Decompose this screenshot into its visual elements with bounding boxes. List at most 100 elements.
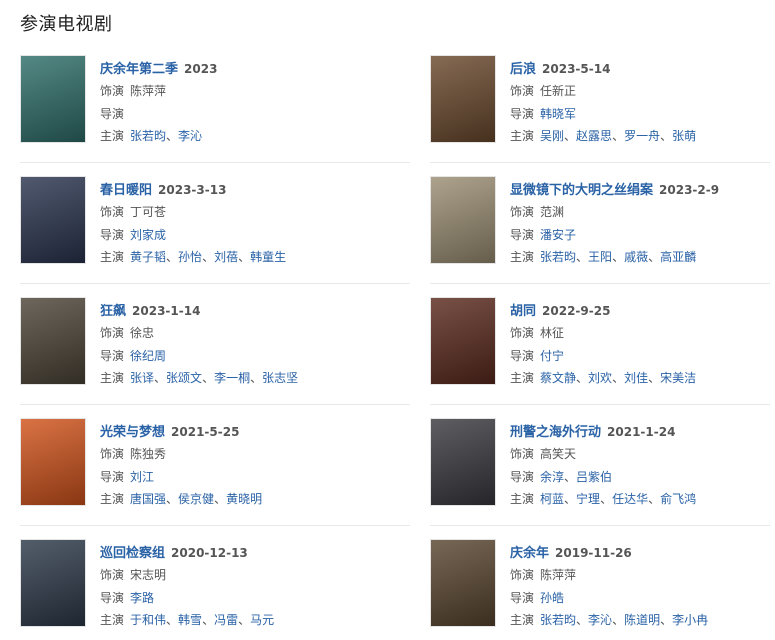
cast-link[interactable]: 宋美洁 (660, 371, 696, 385)
cast-link[interactable]: 陈道明 (624, 613, 660, 627)
cast-link[interactable]: 任达华 (612, 492, 648, 506)
role-value: 高笑天 (540, 447, 577, 461)
cast-link[interactable]: 李沁 (588, 613, 612, 627)
poster-image[interactable] (430, 176, 496, 264)
separator: 、 (660, 129, 673, 143)
cast-link[interactable]: 宁理 (576, 492, 600, 506)
cast-link[interactable]: 孙怡 (178, 250, 202, 264)
cast-link[interactable]: 马元 (250, 613, 274, 627)
cast-link[interactable]: 张译 (130, 371, 154, 385)
show-title-link[interactable]: 显微镜下的大明之丝绢案 (510, 183, 653, 198)
cast-link[interactable]: 柯蓝 (540, 492, 564, 506)
show-title-link[interactable]: 胡同 (510, 304, 536, 319)
cast-link[interactable]: 赵露思 (576, 129, 612, 143)
show-title-link[interactable]: 庆余年 (510, 546, 549, 561)
cast-link[interactable]: 俞飞鸿 (660, 492, 696, 506)
director-link[interactable]: 韩晓军 (540, 107, 576, 121)
air-date: 2023-3-13 (158, 183, 227, 197)
cast-link[interactable]: 黄晓明 (226, 492, 262, 506)
poster-image[interactable] (20, 55, 86, 143)
title-line: 庆余年第二季 2023 (100, 58, 217, 77)
poster-image[interactable] (20, 539, 86, 627)
director-link[interactable]: 孙皓 (540, 591, 564, 605)
show-title-link[interactable]: 后浪 (510, 62, 536, 77)
cast-link[interactable]: 张志坚 (262, 371, 298, 385)
cast-link[interactable]: 李小冉 (672, 613, 708, 627)
director-label: 导演 (100, 591, 125, 605)
poster-image[interactable] (20, 176, 86, 264)
director-row: 导演 徐纪周 (100, 347, 166, 364)
cast-link[interactable]: 戚薇 (624, 250, 648, 264)
tv-show-card: 狂飙 2023-1-14 饰演 徐忠 导演 徐纪周 主演 张译、张颂文、李一桐、张志坚 (20, 297, 360, 397)
cast-link[interactable]: 李沁 (178, 129, 202, 143)
cast-link[interactable]: 张颂文 (166, 371, 202, 385)
director-link[interactable]: 刘家成 (130, 228, 166, 242)
director-link[interactable]: 余淳 (540, 470, 564, 484)
director-link[interactable]: 付宁 (540, 349, 564, 363)
cast-link[interactable]: 罗一舟 (624, 129, 660, 143)
cast-link[interactable]: 黄子韬 (130, 250, 166, 264)
cast-link[interactable]: 张若昀 (540, 250, 576, 264)
separator: 、 (238, 250, 251, 264)
director-link[interactable]: 潘安子 (540, 228, 576, 242)
cast-link[interactable]: 唐国强 (130, 492, 166, 506)
cast-link[interactable]: 蔡文静 (540, 371, 576, 385)
director-link[interactable]: 刘江 (130, 470, 154, 484)
cast-link[interactable]: 吴刚 (540, 129, 564, 143)
separator: 、 (648, 492, 661, 506)
poster-image[interactable] (430, 539, 496, 627)
cast-link[interactable]: 张萌 (672, 129, 696, 143)
cast-link[interactable]: 韩童生 (250, 250, 286, 264)
cast-label: 主演 (100, 250, 125, 264)
role-label: 饰演 (510, 447, 535, 461)
role-value: 宋志明 (130, 568, 167, 582)
director-link[interactable]: 李路 (130, 591, 154, 605)
show-title-link[interactable]: 巡回检察组 (100, 546, 165, 561)
poster-image[interactable] (430, 297, 496, 385)
poster-image[interactable] (20, 418, 86, 506)
tv-show-card: 显微镜下的大明之丝绢案 2023-2-9 饰演 范渊 导演 潘安子 主演 张若昀、王阳、戚薇、… (430, 176, 770, 276)
director-label: 导演 (100, 349, 125, 363)
cast-link[interactable]: 刘蓓 (214, 250, 238, 264)
cast-link[interactable]: 于和伟 (130, 613, 166, 627)
cast-link[interactable]: 张若昀 (540, 613, 576, 627)
show-title-link[interactable]: 春日暖阳 (100, 183, 152, 198)
cast-label: 主演 (510, 492, 535, 506)
director-link[interactable]: 徐纪周 (130, 349, 166, 363)
separator: 、 (576, 613, 589, 627)
cast-link[interactable]: 刘佳 (624, 371, 648, 385)
cast-link[interactable]: 韩雪 (178, 613, 202, 627)
role-row: 饰演 任新正 (510, 82, 576, 99)
show-title-link[interactable]: 庆余年第二季 (100, 62, 178, 77)
cast-link[interactable]: 李一桐 (214, 371, 250, 385)
cast-link[interactable]: 王阳 (588, 250, 612, 264)
cast-link[interactable]: 侯京健 (178, 492, 214, 506)
director-row: 导演 刘家成 (100, 226, 166, 243)
poster-image[interactable] (20, 297, 86, 385)
cast-row: 主演 于和伟、韩雪、冯雷、马元 (100, 611, 274, 628)
director-link[interactable]: 吕紫伯 (576, 470, 612, 484)
cast-link[interactable]: 高亚麟 (660, 250, 696, 264)
director-label: 导演 (100, 107, 125, 121)
row-divider (430, 283, 770, 284)
separator: 、 (648, 371, 661, 385)
role-row: 饰演 陈独秀 (100, 445, 166, 462)
separator: 、 (166, 613, 179, 627)
role-label: 饰演 (100, 326, 125, 340)
show-title-link[interactable]: 狂飙 (100, 304, 126, 319)
title-line: 庆余年 2019-11-26 (510, 542, 632, 561)
air-date: 2019-11-26 (555, 546, 632, 560)
cast-link[interactable]: 刘欢 (588, 371, 612, 385)
poster-image[interactable] (430, 55, 496, 143)
separator: 、 (612, 371, 625, 385)
cast-label: 主演 (100, 371, 125, 385)
show-title-link[interactable]: 光荣与梦想 (100, 425, 165, 440)
air-date: 2023 (184, 62, 218, 76)
show-title-link[interactable]: 刑警之海外行动 (510, 425, 601, 440)
row-divider (20, 525, 410, 526)
cast-link[interactable]: 冯雷 (214, 613, 238, 627)
cast-label: 主演 (100, 129, 125, 143)
director-label: 导演 (510, 228, 535, 242)
poster-image[interactable] (430, 418, 496, 506)
cast-link[interactable]: 张若昀 (130, 129, 166, 143)
